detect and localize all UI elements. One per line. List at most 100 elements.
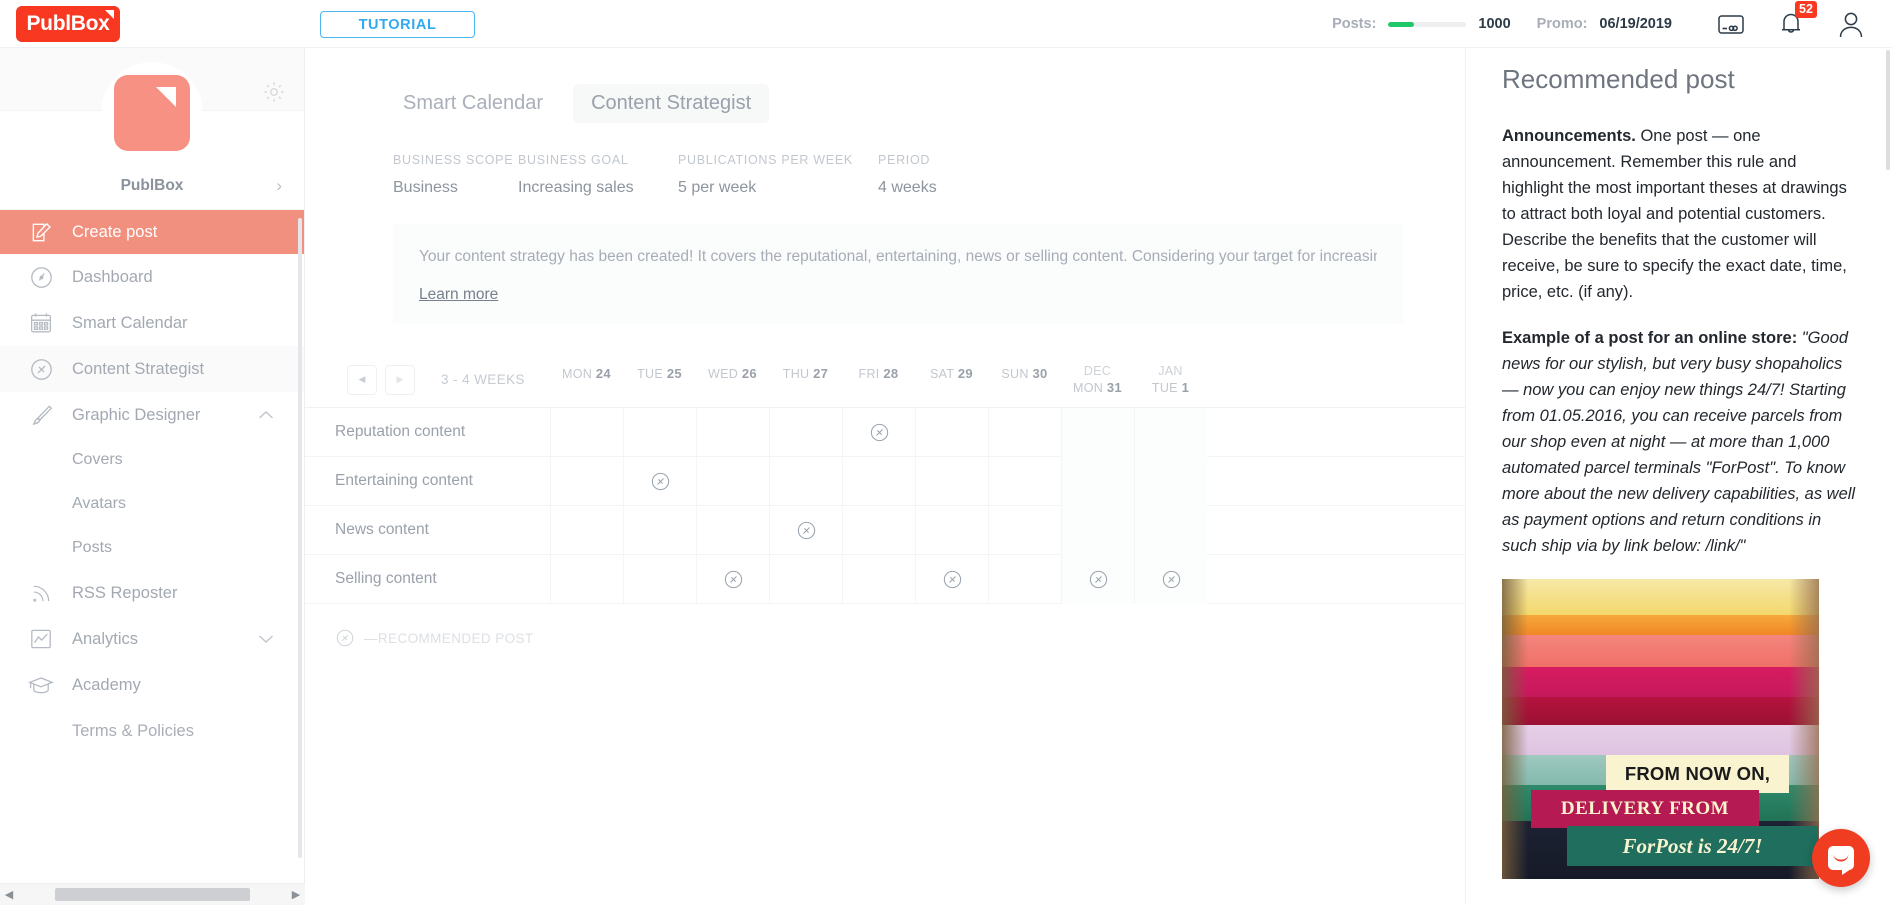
calendar-prev-button[interactable]: ◀	[347, 365, 377, 395]
sidebar-item-posts[interactable]: Posts	[0, 526, 304, 570]
notice-text: Your content strategy has been created! …	[419, 246, 1377, 268]
table-row: Reputation content	[305, 408, 1465, 457]
paragraph-2-example: "Good news for our stylish, but very bus…	[1502, 329, 1855, 555]
graduation-cap-icon	[26, 670, 56, 700]
panel-scrollbar[interactable]	[1886, 50, 1890, 170]
calendar-day-headers: MON 24 TUE 25 WED 26 THU 27 FRI 28 SAT 2…	[550, 364, 1207, 395]
calendar-cell[interactable]	[988, 555, 1061, 604]
calendar-cell[interactable]	[1061, 457, 1134, 506]
calendar-cell[interactable]	[550, 555, 623, 604]
summary-business-scope: BUSINESS SCOPE Business	[393, 153, 518, 197]
calendar-cell[interactable]	[1134, 408, 1207, 457]
credit-card-icon[interactable]	[1716, 9, 1746, 39]
gear-icon[interactable]	[262, 80, 286, 104]
calendar-cell[interactable]	[696, 408, 769, 457]
calendar-cell[interactable]	[769, 457, 842, 506]
chat-bubble-icon[interactable]	[1812, 829, 1870, 887]
calendar-cell[interactable]	[1134, 457, 1207, 506]
logo-text: PublBox	[26, 12, 109, 36]
sidebar-item-avatars[interactable]: Avatars	[0, 482, 304, 526]
calendar-cell[interactable]	[988, 506, 1061, 555]
summary-key: BUSINESS GOAL	[518, 153, 678, 167]
calendar-legend: —RECOMMENDED POST	[305, 604, 1465, 649]
chevron-up-icon[interactable]	[258, 406, 274, 425]
sidebar-item-graphic-designer[interactable]: Graphic Designer	[0, 392, 304, 438]
sidebar-item-label: Analytics	[72, 630, 138, 649]
calendar-cell[interactable]	[623, 555, 696, 604]
calendar-cell[interactable]	[1134, 555, 1207, 604]
calendar-cell[interactable]	[915, 457, 988, 506]
learn-more-link[interactable]: Learn more	[419, 286, 498, 304]
user-icon[interactable]	[1836, 9, 1866, 39]
sidebar-item-content-strategist[interactable]: Content Strategist	[0, 346, 304, 392]
calendar-cell[interactable]	[1061, 408, 1134, 457]
tab-content-strategist[interactable]: Content Strategist	[573, 84, 769, 123]
calendar-next-button[interactable]: ▶	[385, 365, 415, 395]
calendar-cell[interactable]	[842, 506, 915, 555]
calendar-cell[interactable]	[1061, 506, 1134, 555]
recommended-post-image: FROM NOW ON, DELIVERY FROM ForPost is 24…	[1502, 579, 1819, 879]
calendar-cell[interactable]	[623, 457, 696, 506]
strategy-created-notice: Your content strategy has been created! …	[393, 224, 1403, 324]
calendar-cell[interactable]	[623, 408, 696, 457]
sidebar-vertical-scrollbar[interactable]	[298, 218, 302, 858]
sidebar-item-label: Dashboard	[72, 268, 153, 287]
scroll-right-arrow-icon[interactable]: ▶	[287, 888, 305, 901]
calendar-cell[interactable]	[769, 506, 842, 555]
chevron-down-icon[interactable]	[258, 630, 274, 649]
tutorial-button[interactable]: TUTORIAL	[320, 11, 475, 38]
calendar-cell[interactable]	[988, 457, 1061, 506]
calendar-cell[interactable]	[696, 555, 769, 604]
sidebar-item-terms-policies[interactable]: Terms & Policies	[0, 708, 304, 754]
compass-icon	[1161, 569, 1182, 590]
calendar-cell[interactable]	[915, 555, 988, 604]
compass-icon	[796, 520, 817, 541]
calendar-cell[interactable]	[842, 408, 915, 457]
sidebar-item-label: Graphic Designer	[72, 406, 200, 425]
posts-progress-bar	[1388, 22, 1466, 27]
compass-icon	[26, 354, 56, 384]
calendar-cell[interactable]	[1134, 506, 1207, 555]
calendar-cell[interactable]	[842, 555, 915, 604]
calendar-range-label: 3 - 4 WEEKS	[441, 372, 525, 387]
promo-label: Promo:	[1537, 16, 1588, 32]
summary-key: PERIOD	[878, 153, 1038, 167]
calendar-cell[interactable]	[769, 555, 842, 604]
publbox-logo[interactable]: PublBox	[16, 6, 120, 42]
sidebar-item-rss-reposter[interactable]: RSS Reposter	[0, 570, 304, 616]
sidebar-item-smart-calendar[interactable]: Smart Calendar	[0, 300, 304, 346]
calendar-cell[interactable]	[769, 408, 842, 457]
sidebar-item-create-post[interactable]: Create post	[0, 210, 304, 254]
calendar-cell[interactable]	[696, 506, 769, 555]
calendar-cell[interactable]	[915, 506, 988, 555]
sidebar-item-covers[interactable]: Covers	[0, 438, 304, 482]
bell-icon[interactable]: 52	[1776, 9, 1806, 39]
recommended-post-panel: Recommended post Announcements. One post…	[1465, 48, 1892, 905]
calendar-cell[interactable]	[1061, 555, 1134, 604]
sidebar-horizontal-scrollbar[interactable]: ◀ ▶	[0, 883, 305, 905]
calendar-cell[interactable]	[915, 408, 988, 457]
calendar-cell[interactable]	[550, 457, 623, 506]
table-row: News content	[305, 506, 1465, 555]
summary-key: PUBLICATIONS PER WEEK	[678, 153, 878, 167]
sidebar-item-label: Posts	[72, 539, 112, 557]
notification-badge: 52	[1795, 1, 1817, 18]
calendar-cell[interactable]	[623, 506, 696, 555]
calendar-cell[interactable]	[550, 408, 623, 457]
workspace-switcher[interactable]: PublBox ›	[0, 162, 304, 210]
calendar-cell[interactable]	[842, 457, 915, 506]
scrollbar-thumb[interactable]	[55, 888, 250, 901]
scroll-left-arrow-icon[interactable]: ◀	[0, 888, 18, 901]
summary-key: BUSINESS SCOPE	[393, 153, 518, 167]
sidebar-item-analytics[interactable]: Analytics	[0, 616, 304, 662]
tab-smart-calendar[interactable]: Smart Calendar	[385, 84, 561, 123]
calendar-cell[interactable]	[696, 457, 769, 506]
brush-icon	[26, 400, 56, 430]
calendar-cell[interactable]	[988, 408, 1061, 457]
row-label: News content	[305, 521, 550, 539]
paragraph-1-body: One post — one announcement. Remember th…	[1502, 127, 1847, 301]
sidebar-item-dashboard[interactable]: Dashboard	[0, 254, 304, 300]
sidebar-item-academy[interactable]: Academy	[0, 662, 304, 708]
top-icon-group: 52	[1716, 0, 1880, 48]
calendar-cell[interactable]	[550, 506, 623, 555]
